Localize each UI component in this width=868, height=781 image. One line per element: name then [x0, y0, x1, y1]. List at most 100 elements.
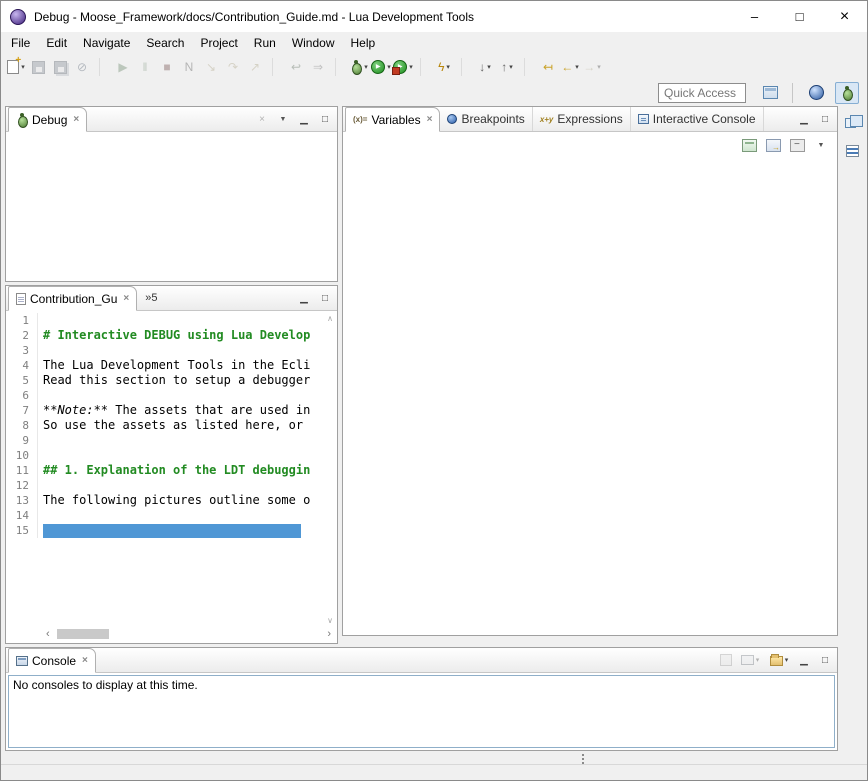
scroll-right-icon[interactable]: › — [323, 628, 335, 641]
menu-run[interactable]: Run — [246, 32, 284, 54]
display-selected-console-button[interactable]: ▾ — [739, 649, 761, 671]
variables-view-content[interactable] — [343, 158, 837, 635]
console-message-area[interactable]: No consoles to display at this time. — [8, 675, 835, 748]
minimize-icon[interactable]: ▁ — [297, 290, 311, 306]
scrollbar-thumb[interactable] — [57, 629, 109, 639]
show-logical-structures-icon[interactable] — [766, 139, 781, 152]
external-tools-button[interactable]: ▾ — [392, 56, 414, 78]
maximize-icon[interactable]: □ — [818, 111, 832, 127]
open-console-button[interactable]: ▾ — [768, 649, 790, 671]
editor-line[interactable]: 3 — [6, 343, 337, 358]
step-over-button[interactable]: ↷ — [222, 56, 244, 78]
editor-line[interactable]: 7**Note:** The assets that are used in — [6, 403, 337, 418]
remove-all-terminated-icon[interactable]: × — [255, 111, 269, 127]
tab-overflow-chevron[interactable]: »5 — [137, 292, 165, 304]
editor-line[interactable]: 15 — [6, 523, 337, 538]
dropdown-arrow-icon[interactable]: ▾ — [21, 63, 25, 71]
step-into-button[interactable]: ↘ — [200, 56, 222, 78]
scroll-up-icon[interactable]: ∧ — [327, 314, 333, 323]
lua-perspective-button[interactable] — [804, 82, 828, 104]
horizontal-scrollbar[interactable]: ‹ › — [42, 627, 335, 642]
menu-project[interactable]: Project — [192, 32, 245, 54]
save-all-button[interactable] — [49, 56, 71, 78]
dropdown-arrow-icon[interactable]: ▾ — [756, 656, 760, 664]
previous-annotation-button[interactable]: ↑▾ — [496, 56, 518, 78]
minimize-icon[interactable]: ▁ — [297, 111, 311, 127]
step-return-button[interactable]: ↗ — [244, 56, 266, 78]
dropdown-arrow-icon[interactable]: ▾ — [409, 63, 413, 71]
menu-help[interactable]: Help — [343, 32, 384, 54]
quick-access-box[interactable]: Quick Access — [658, 83, 746, 103]
show-type-names-icon[interactable] — [742, 139, 757, 152]
editor-line[interactable]: 13The following pictures outline some o — [6, 493, 337, 508]
minimize-icon[interactable]: ▁ — [797, 652, 811, 668]
menu-window[interactable]: Window — [284, 32, 343, 54]
restore-minimized-views-button[interactable] — [842, 111, 862, 131]
tab-contribution-gu[interactable]: Contribution_Gu× — [8, 286, 137, 311]
tab-debug[interactable]: Debug× — [8, 107, 87, 132]
run-button[interactable]: ▾ — [370, 56, 392, 78]
next-annotation-button[interactable]: ↓▾ — [474, 56, 496, 78]
editor-content[interactable]: 12# Interactive DEBUG using Lua Develop3… — [6, 311, 337, 643]
menu-search[interactable]: Search — [138, 32, 192, 54]
dropdown-arrow-icon[interactable]: ▾ — [597, 63, 601, 71]
maximize-icon[interactable]: □ — [318, 111, 332, 127]
last-edit-location-button[interactable]: ↤ — [537, 56, 559, 78]
new-wizard-button[interactable]: ▾ — [5, 56, 27, 78]
menu-file[interactable]: File — [3, 32, 38, 54]
editor-line[interactable]: 11## 1. Explanation of the LDT debuggin — [6, 463, 337, 478]
dropdown-arrow-icon[interactable]: ▾ — [785, 656, 789, 664]
minimize-window-button[interactable]: – — [732, 1, 777, 32]
outline-view-button[interactable] — [842, 141, 862, 161]
editor-line[interactable]: 6 — [6, 388, 337, 403]
editor-line[interactable]: 5Read this section to setup a debugger — [6, 373, 337, 388]
minimize-icon[interactable]: ▁ — [797, 111, 811, 127]
skip-all-breakpoints-button[interactable]: ⊘ — [71, 56, 93, 78]
editor-line[interactable]: 12 — [6, 478, 337, 493]
forward-button[interactable]: →▾ — [581, 56, 603, 78]
tab-console[interactable]: Console× — [8, 648, 96, 673]
suspend-button[interactable]: ‖ — [134, 56, 156, 78]
sash-handle[interactable] — [582, 754, 585, 764]
disconnect-button[interactable]: N — [178, 56, 200, 78]
editor-line[interactable]: 10 — [6, 448, 337, 463]
editor-line[interactable]: 2# Interactive DEBUG using Lua Develop — [6, 328, 337, 343]
dropdown-arrow-icon[interactable]: ▾ — [487, 63, 491, 71]
tab-interactive-console[interactable]: Interactive Console — [631, 107, 764, 131]
scrollbar-track[interactable] — [54, 627, 324, 642]
dropdown-arrow-icon[interactable]: ▾ — [575, 63, 579, 71]
open-perspective-button[interactable] — [759, 82, 781, 104]
close-tab-icon[interactable]: × — [73, 114, 79, 125]
terminate-button[interactable]: ■ — [156, 56, 178, 78]
maximize-icon[interactable]: □ — [818, 652, 832, 668]
drop-to-frame-button[interactable]: ↩ — [285, 56, 307, 78]
tab-expressions[interactable]: x+yExpressions — [533, 107, 631, 131]
editor-line[interactable]: 14 — [6, 508, 337, 523]
menu-edit[interactable]: Edit — [38, 32, 75, 54]
editor-line[interactable]: 4The Lua Development Tools in the Ecli — [6, 358, 337, 373]
scroll-left-icon[interactable]: ‹ — [42, 628, 54, 641]
editor-line[interactable]: 8So use the assets as listed here, or — [6, 418, 337, 433]
maximize-icon[interactable]: □ — [318, 290, 332, 306]
pin-console-icon[interactable] — [720, 654, 732, 666]
tab-variables[interactable]: (x)=Variables× — [345, 107, 440, 132]
use-step-filters-button[interactable]: ⇒ — [307, 56, 329, 78]
view-menu-icon[interactable]: ▼ — [814, 137, 828, 153]
collapse-all-icon[interactable] — [790, 139, 805, 152]
tab-breakpoints[interactable]: Breakpoints — [440, 107, 532, 131]
menu-navigate[interactable]: Navigate — [75, 32, 138, 54]
scroll-down-icon[interactable]: ∨ — [327, 616, 333, 625]
dropdown-arrow-icon[interactable]: ▾ — [509, 63, 513, 71]
resume-button[interactable]: ▶ — [112, 56, 134, 78]
editor-line[interactable]: 1 — [6, 313, 337, 328]
save-button[interactable] — [27, 56, 49, 78]
dropdown-arrow-icon[interactable]: ▾ — [387, 63, 391, 71]
back-button[interactable]: ←▾ — [559, 56, 581, 78]
close-tab-icon[interactable]: × — [123, 293, 129, 304]
close-window-button[interactable]: × — [822, 1, 867, 32]
close-tab-icon[interactable]: × — [82, 655, 88, 666]
maximize-window-button[interactable]: □ — [777, 1, 822, 32]
view-menu-icon[interactable]: ▼ — [276, 111, 290, 127]
debug-perspective-button[interactable] — [835, 82, 859, 104]
close-tab-icon[interactable]: × — [427, 114, 433, 125]
